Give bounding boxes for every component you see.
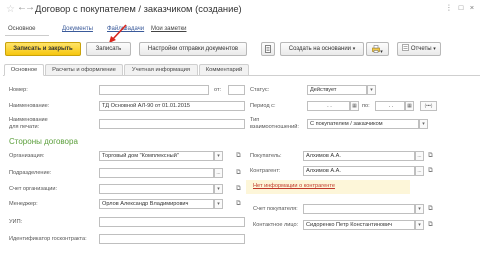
- report-icon: [402, 44, 409, 51]
- maximize-icon[interactable]: □: [457, 4, 465, 12]
- open-link-icon[interactable]: ⧉: [235, 168, 242, 178]
- contact-person-label: Контактное лицо:: [253, 222, 299, 228]
- reports-label: Отчеты: [410, 46, 432, 52]
- tab-comment[interactable]: Комментарий: [199, 64, 249, 76]
- counterparty-choose-button[interactable]: ...: [415, 166, 424, 176]
- name-field[interactable]: ТД Основной АЛ-90 от 01.01.2015: [99, 101, 245, 111]
- send-settings-button[interactable]: Настройки отправки документов: [139, 42, 247, 56]
- date-from-field[interactable]: [228, 85, 245, 95]
- manager-dropdown-button[interactable]: ▾: [214, 199, 223, 209]
- save-button[interactable]: Записать: [86, 42, 131, 56]
- department-choose-button[interactable]: ...: [214, 168, 223, 178]
- organization-label: Организация:: [9, 153, 45, 159]
- nav-main[interactable]: Основное: [8, 26, 36, 32]
- organization-field[interactable]: Торговый дом "Комплексный": [99, 151, 214, 161]
- uip-label: УИП:: [9, 219, 23, 225]
- uip-field[interactable]: [99, 217, 245, 227]
- name-label: Наименование:: [9, 103, 50, 109]
- period-to-field[interactable]: . .: [375, 101, 405, 111]
- tab-accounting[interactable]: Учетная информация: [124, 64, 198, 76]
- chevron-down-icon: ▾: [352, 46, 356, 52]
- open-link-icon[interactable]: ⧉: [427, 151, 434, 161]
- department-field[interactable]: [99, 168, 214, 178]
- print-name-label-2: для печати:: [9, 124, 40, 130]
- nav-notes[interactable]: Мои заметки: [151, 26, 187, 32]
- forward-arrow-icon[interactable]: →: [25, 3, 35, 13]
- period-from-field[interactable]: . .: [307, 101, 350, 111]
- status-field[interactable]: Действует: [307, 85, 367, 95]
- print-name-field[interactable]: [99, 119, 245, 129]
- department-label: Подразделение:: [9, 170, 52, 176]
- period-to-label: по:: [362, 103, 370, 109]
- period-select-button[interactable]: (•••): [420, 101, 437, 111]
- tab-main[interactable]: Основное: [4, 64, 44, 76]
- period-from-label: Период с:: [250, 103, 276, 109]
- number-field[interactable]: [99, 85, 209, 95]
- from-label: от:: [214, 87, 222, 93]
- document-icon: [265, 45, 271, 53]
- manager-field[interactable]: Орлов Александр Владимирович: [99, 199, 214, 209]
- counterparty-label: Контрагент:: [250, 168, 281, 174]
- organization-dropdown-button[interactable]: ▾: [214, 151, 223, 161]
- chevron-down-icon: ▾: [433, 46, 436, 52]
- save-and-close-button[interactable]: Записать и закрыть: [5, 42, 81, 56]
- open-link-icon[interactable]: ⧉: [427, 220, 434, 230]
- relation-type-dropdown-button[interactable]: ▾: [419, 119, 428, 129]
- status-dropdown-button[interactable]: ▾: [367, 85, 376, 95]
- tab-payments[interactable]: Расчеты и оформление: [45, 64, 123, 76]
- nav-documents[interactable]: Документы: [62, 26, 93, 32]
- status-label: Статус:: [250, 87, 270, 93]
- close-icon[interactable]: ×: [468, 4, 476, 12]
- relation-type-label: Тип: [250, 117, 260, 123]
- open-link-icon[interactable]: ⧉: [427, 204, 434, 214]
- reports-button[interactable]: Отчеты ▾: [397, 42, 441, 56]
- org-account-label: Счет организации:: [9, 186, 58, 192]
- relation-type-field[interactable]: С покупателем / заказчиком: [307, 119, 419, 129]
- manager-label: Менеджер:: [9, 201, 38, 207]
- buyer-choose-button[interactable]: ...: [415, 151, 424, 161]
- contact-person-field[interactable]: Сидоренко Петр Константинович: [303, 220, 415, 230]
- print-forms-button[interactable]: ▾: [366, 42, 389, 56]
- open-link-icon[interactable]: ⧉: [235, 199, 242, 209]
- calendar-icon[interactable]: ▦: [405, 101, 414, 111]
- open-link-icon[interactable]: ⧉: [427, 166, 434, 176]
- open-link-icon[interactable]: ⧉: [235, 151, 242, 161]
- menu-dots-icon[interactable]: ⋮: [445, 4, 453, 12]
- buyer-account-dropdown-button[interactable]: ▾: [415, 204, 424, 214]
- relation-type-label-2: взаимоотношений:: [250, 124, 299, 130]
- number-label: Номер:: [9, 87, 28, 93]
- nav-active-underline: [5, 35, 49, 36]
- counterparty-warning-panel: Нет информации о контрагенте: [246, 180, 410, 194]
- favorite-star-icon[interactable]: ☆: [6, 5, 15, 15]
- no-counterparty-info-link[interactable]: Нет информации о контрагенте: [253, 183, 335, 189]
- create-based-on-button[interactable]: Создать на основании ▾: [280, 42, 364, 56]
- print-name-label: Наименование: [9, 117, 48, 123]
- parties-section-header: Стороны договора: [9, 137, 78, 146]
- counterparty-field[interactable]: Алхимов А.А.: [303, 166, 415, 176]
- buyer-account-field[interactable]: [303, 204, 415, 214]
- contact-person-dropdown-button[interactable]: ▾: [415, 220, 424, 230]
- buyer-label: Покупатель:: [250, 153, 282, 159]
- gov-contract-id-label: Идентификатор госконтракта:: [9, 236, 87, 242]
- org-account-field[interactable]: [99, 184, 214, 194]
- buyer-field[interactable]: Алхимов А.А.: [303, 151, 415, 161]
- buyer-account-label: Счет покупателя:: [253, 206, 298, 212]
- window-title: Договор с покупателем / заказчиком (созд…: [35, 3, 242, 14]
- print-button[interactable]: [261, 42, 275, 56]
- create-based-on-label: Создать на основании: [288, 46, 352, 52]
- chevron-down-icon: ▾: [380, 49, 383, 55]
- open-link-icon[interactable]: ⧉: [235, 184, 242, 194]
- calendar-icon[interactable]: ▦: [350, 101, 359, 111]
- annotation-arrow-icon: [109, 24, 127, 43]
- org-account-dropdown-button[interactable]: ▾: [214, 184, 223, 194]
- gov-contract-id-field[interactable]: [99, 234, 245, 244]
